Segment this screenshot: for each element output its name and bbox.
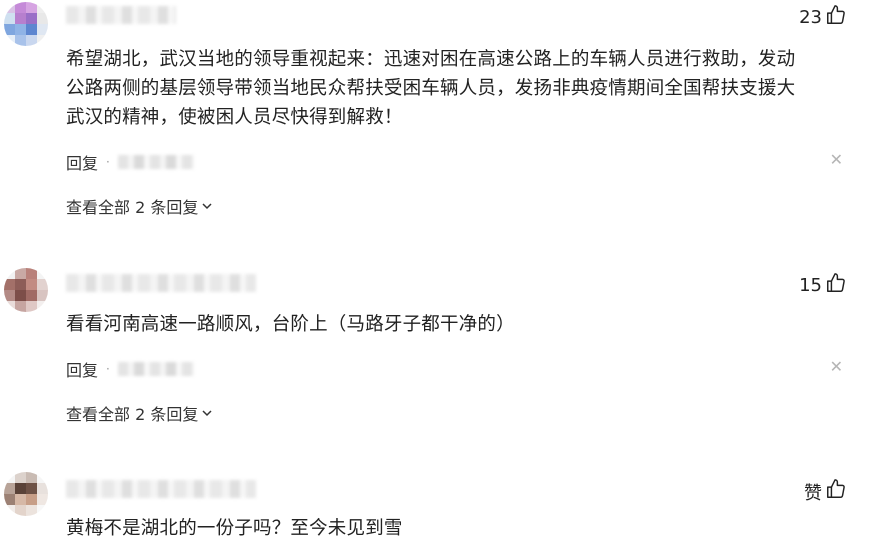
comment-text-line: 黄梅不是湖北的一份子吗？至今未见到雪	[66, 518, 403, 539]
like-button[interactable]: 赞	[804, 478, 847, 505]
comment-text-line: 公路两侧的基层领导带领当地民众帮扶受困车辆人员，发扬非典疫情期间全国帮扶支援大	[66, 78, 796, 99]
close-icon[interactable]: ✕	[830, 150, 843, 169]
username[interactable]	[66, 6, 176, 24]
like-count: 23	[799, 7, 822, 28]
thumbs-up-icon	[825, 478, 847, 505]
comment-meta-info	[117, 362, 194, 376]
avatar[interactable]	[4, 2, 48, 46]
reply-button[interactable]: 回复	[66, 150, 98, 174]
comment-meta: 回复 ·	[66, 150, 194, 174]
close-icon[interactable]: ✕	[830, 357, 843, 376]
username[interactable]	[66, 480, 256, 498]
comment-meta: 回复 ·	[66, 357, 194, 381]
comment-text: 希望湖北，武汉当地的领导重视起来：迅速对困在高速公路上的车辆人员进行救助，发动 …	[66, 45, 856, 132]
comment-text-line: 看看河南高速一路顺风，台阶上（马路牙子都干净的）	[66, 314, 515, 335]
like-label: 赞	[804, 482, 822, 504]
comment-text-line: 希望湖北，武汉当地的领导重视起来：迅速对困在高速公路上的车辆人员进行救助，发动	[66, 49, 796, 70]
avatar[interactable]	[4, 472, 48, 516]
reply-button[interactable]: 回复	[66, 357, 98, 381]
like-count: 15	[799, 275, 822, 296]
like-button[interactable]: 23	[799, 4, 847, 31]
chevron-down-icon	[201, 404, 213, 423]
separator-dot: ·	[106, 155, 110, 169]
comment-meta-info	[117, 155, 194, 169]
avatar[interactable]	[4, 268, 48, 312]
comment-text-line: 武汉的精神，使被困人员尽快得到解救！	[66, 107, 403, 128]
view-all-replies-button[interactable]: 查看全部 2 条回复	[66, 401, 213, 425]
view-all-replies-label: 查看全部 2 条回复	[66, 198, 199, 217]
comment-text: 黄梅不是湖北的一份子吗？至今未见到雪	[66, 514, 856, 543]
like-button[interactable]: 15	[799, 272, 847, 299]
comment-text: 看看河南高速一路顺风，台阶上（马路牙子都干净的）	[66, 310, 856, 339]
separator-dot: ·	[106, 362, 110, 376]
thumbs-up-icon	[825, 4, 847, 31]
thumbs-up-icon	[825, 272, 847, 299]
username[interactable]	[66, 274, 256, 292]
view-all-replies-label: 查看全部 2 条回复	[66, 405, 199, 424]
chevron-down-icon	[201, 197, 213, 216]
view-all-replies-button[interactable]: 查看全部 2 条回复	[66, 194, 213, 218]
